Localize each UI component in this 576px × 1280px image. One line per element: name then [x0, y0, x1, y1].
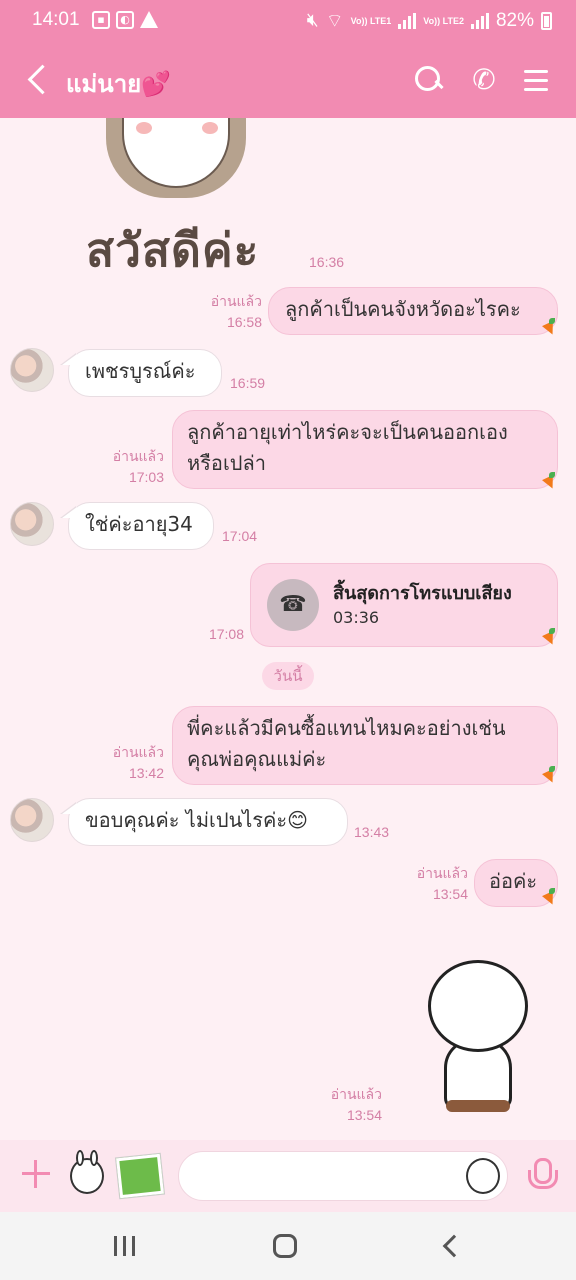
battery-percent: 82% [495, 10, 534, 31]
message-text: เพชรบูรณ์ค่ะ [85, 359, 196, 383]
back-icon[interactable] [24, 62, 54, 98]
message-read-status: อ่านแล้ว 16:58 [210, 293, 262, 330]
message-text-line1: พี่คะแล้วมีคนซื้อแทนไหมคะอย่างเช่น [187, 716, 506, 740]
message-time: 17:08 [208, 626, 244, 642]
carrot-icon [542, 766, 556, 782]
photo-icon[interactable] [116, 1153, 164, 1199]
call-duration: 03:36 [333, 608, 380, 627]
message-text: อ่อค่ะ [489, 869, 538, 893]
incoming-message[interactable]: ใช่ค่ะอายุ34 [60, 502, 214, 550]
sticker-button[interactable] [64, 1150, 108, 1200]
outgoing-message[interactable]: ลูกค้าเป็นคนจังหวัดอะไรคะ [268, 287, 558, 335]
message-time: 16:36 [309, 254, 345, 270]
message-time: 17:04 [222, 528, 258, 544]
phone-icon[interactable]: ✆ [466, 62, 502, 98]
carrot-icon [542, 628, 556, 644]
menu-icon[interactable] [520, 62, 556, 98]
message-read-status: อ่านแล้ว 17:03 [112, 448, 164, 485]
status-right-icons: 🔇︎ ⌔ Vo)) LTE1 Vo)) LTE2 82% [307, 9, 552, 33]
message-read-status: อ่านแล้ว 13:54 [330, 1086, 382, 1123]
chat-title[interactable]: แม่นาย💕 [66, 64, 171, 103]
greeting-sticker[interactable]: สวัสดีค่ะ [86, 118, 286, 278]
message-time: 16:59 [230, 375, 266, 391]
bear-feet [446, 1100, 510, 1112]
avatar[interactable] [10, 348, 54, 392]
signal1-label: Vo)) LTE1 [350, 15, 392, 26]
chat-header: แม่นาย💕 ✆ [0, 42, 576, 118]
recents-icon[interactable] [112, 1234, 138, 1258]
emoji-icon[interactable] [466, 1158, 500, 1194]
sticker-text: สวัสดีค่ะ [86, 223, 260, 277]
nav-back-icon[interactable] [440, 1236, 460, 1256]
signal1-bars-icon [398, 13, 417, 29]
outgoing-message[interactable]: ลูกค้าอายุเท่าไหร่คะจะเป็นคนออกเอง หรือเ… [172, 410, 558, 489]
bear-head [428, 960, 528, 1052]
system-nav-bar [0, 1212, 576, 1280]
carrot-icon [542, 472, 556, 488]
message-text-line2: คุณพ่อคุณแม่ค่ะ [187, 747, 327, 771]
carrot-icon [542, 888, 556, 904]
battery-icon [541, 12, 552, 30]
signal2-label: Vo)) LTE2 [423, 15, 464, 26]
avatar[interactable] [10, 798, 54, 842]
search-icon[interactable] [412, 62, 448, 98]
plus-icon[interactable] [20, 1158, 52, 1190]
notification-app-icon: ▪ [92, 11, 110, 29]
mute-icon: 🔇︎ [306, 10, 319, 31]
phone-call-icon [267, 579, 319, 631]
date-separator: วันนี้ [262, 662, 314, 690]
message-text-line1: ลูกค้าอายุเท่าไหร่คะจะเป็นคนออกเอง [187, 420, 508, 444]
warning-icon [140, 11, 158, 28]
message-text-line2: หรือเปล่า [187, 451, 266, 475]
incoming-message[interactable]: ขอบคุณค่ะ ไม่เปนไรค่ะ😊 [60, 798, 348, 846]
message-read-status: อ่านแล้ว 13:54 [416, 865, 468, 902]
chat-area[interactable]: สวัสดีค่ะ 16:36 อ่านแล้ว 16:58 ลูกค้าเป็น… [0, 118, 576, 1140]
notification-line-icon: ◐ [116, 11, 134, 29]
message-text: ลูกค้าเป็นคนจังหวัดอะไรคะ [285, 297, 521, 321]
microphone-icon[interactable] [528, 1158, 558, 1194]
message-read-status: อ่านแล้ว 13:42 [112, 744, 164, 781]
message-input[interactable] [178, 1151, 508, 1201]
incoming-message[interactable]: เพชรบูรณ์ค่ะ [60, 349, 222, 397]
input-bar [0, 1140, 576, 1212]
message-text: ขอบคุณค่ะ ไม่เปนไรค่ะ😊 [85, 808, 309, 832]
message-text: ใช่ค่ะอายุ34 [85, 512, 193, 536]
wifi-icon: ⌔ [325, 11, 344, 32]
bear-sticker[interactable] [424, 960, 532, 1120]
signal2-bars-icon [470, 13, 489, 29]
outgoing-message[interactable]: พี่คะแล้วมีคนซื้อแทนไหมคะอย่างเช่น คุณพ่… [172, 706, 558, 785]
rabbit-sticker-icon [70, 1150, 104, 1194]
status-notification-icons: ▪ ◐ [92, 11, 158, 29]
status-bar: 14:01 ▪ ◐ 🔇︎ ⌔ Vo)) LTE1 Vo)) LTE2 82% [0, 0, 576, 42]
status-time: 14:01 [32, 9, 80, 30]
message-time: 13:43 [354, 824, 390, 840]
call-title: สิ้นสุดการโทรแบบเสียง [333, 583, 512, 604]
avatar[interactable] [10, 502, 54, 546]
home-icon[interactable] [273, 1234, 297, 1258]
voice-call-bubble[interactable]: สิ้นสุดการโทรแบบเสียง 03:36 [250, 563, 558, 647]
carrot-icon [542, 318, 556, 334]
